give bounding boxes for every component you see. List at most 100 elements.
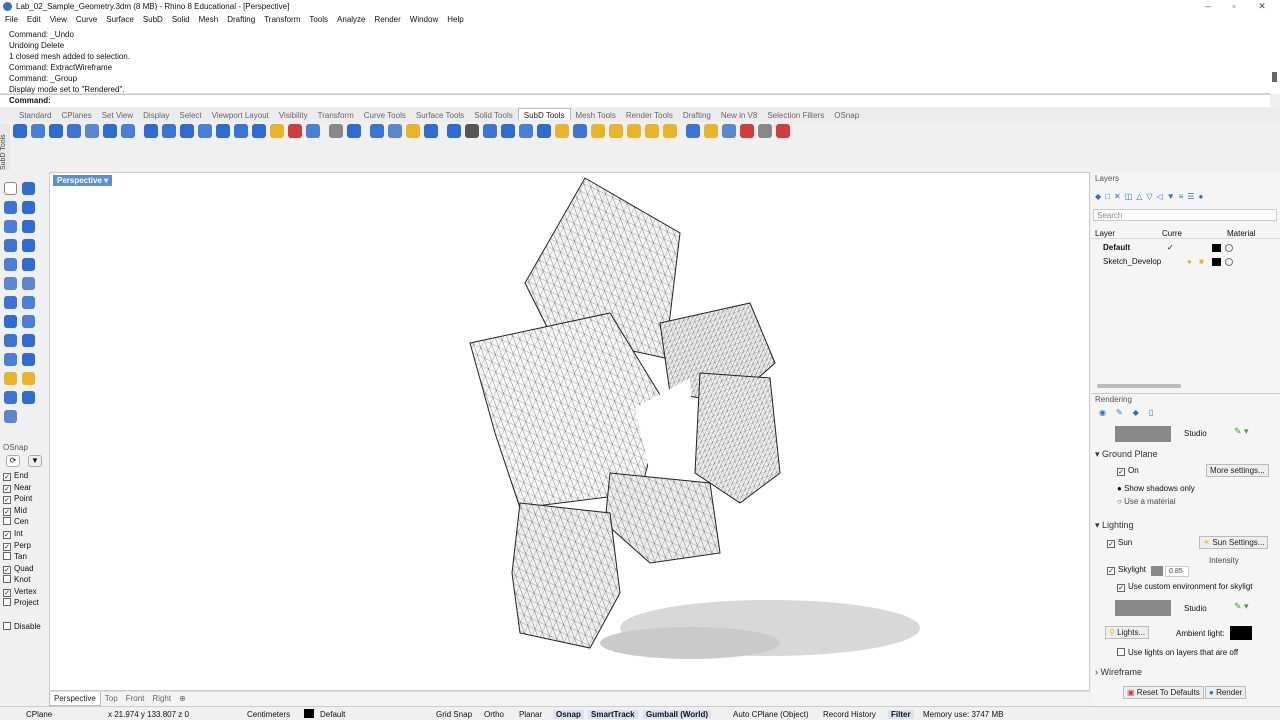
tab-solid-tools[interactable]: Solid Tools <box>469 109 518 120</box>
wireframe-section[interactable]: › Wireframe <box>1095 667 1142 677</box>
menu-transform[interactable]: Transform <box>259 14 304 24</box>
select-arrow-icon[interactable] <box>4 182 17 195</box>
lightbulb-icon[interactable]: ● <box>1187 257 1192 266</box>
menu-surface[interactable]: Surface <box>101 14 138 24</box>
menu-drafting[interactable]: Drafting <box>222 14 259 24</box>
paraboloid-icon[interactable] <box>22 239 35 252</box>
subd-palette-icon[interactable] <box>270 124 284 138</box>
subd-crease-icon[interactable] <box>519 124 533 138</box>
osnap-end[interactable]: ✓ End <box>3 470 28 481</box>
osnap-quad[interactable]: ✓ Quad <box>3 563 34 574</box>
perspective-viewport[interactable]: Perspective ▾ <box>49 172 1090 691</box>
material-icon[interactable] <box>1225 244 1233 252</box>
subd-cylinder-icon[interactable] <box>31 124 45 138</box>
environment-thumbnail[interactable] <box>1115 426 1171 442</box>
subd-box-icon[interactable] <box>13 124 27 138</box>
curve-icon[interactable] <box>22 277 35 290</box>
arc-icon[interactable] <box>4 277 17 290</box>
menu-analyze[interactable]: Analyze <box>332 14 369 24</box>
use-material-radio[interactable]: ○ Use a material <box>1117 497 1176 506</box>
menu-view[interactable]: View <box>45 14 71 24</box>
osnap-disable[interactable]: Disable <box>3 621 41 632</box>
menu-subd[interactable]: SubD <box>138 14 167 24</box>
torus-icon[interactable] <box>22 258 35 271</box>
menu-tools[interactable]: Tools <box>304 14 332 24</box>
subd-display-icon[interactable] <box>686 124 700 138</box>
smarttrack-toggle[interactable]: SmartTrack <box>588 710 638 719</box>
tab-visibility[interactable]: Visibility <box>274 109 313 120</box>
tab-osnap[interactable]: OSnap <box>829 109 864 120</box>
cplane-label[interactable]: CPlane <box>26 710 52 719</box>
cylinder-stack-icon[interactable] <box>4 391 17 404</box>
layers-search-input[interactable]: Search <box>1093 209 1277 221</box>
sun-checkbox[interactable]: ✓ Sun <box>1107 538 1132 548</box>
subd-torus-icon[interactable] <box>85 124 99 138</box>
subd-ball-icon[interactable] <box>162 124 176 138</box>
tab-curve-tools[interactable]: Curve Tools <box>359 109 411 120</box>
subd-edit-icon[interactable] <box>306 124 320 138</box>
gumball-toggle[interactable]: Gumball (World) <box>643 710 712 719</box>
menu-file[interactable]: File <box>0 14 22 24</box>
subd-pipe-icon[interactable] <box>180 124 194 138</box>
planar-toggle[interactable]: Planar <box>519 710 542 719</box>
solid-icon[interactable] <box>22 201 35 214</box>
subd-refresh-icon[interactable] <box>722 124 736 138</box>
units-label[interactable]: Centimeters <box>247 710 290 719</box>
layers-stack-icon[interactable] <box>4 334 17 347</box>
osnap-point[interactable]: ✓ Point <box>3 493 32 504</box>
point-icon[interactable] <box>22 182 35 195</box>
vp-tab-top[interactable]: Top <box>101 692 122 705</box>
subd-slide-icon[interactable] <box>537 124 551 138</box>
tab-mesh-tools[interactable]: Mesh Tools <box>571 109 621 120</box>
osnap-perp[interactable]: ✓ Perp <box>3 540 31 551</box>
sphere-icon[interactable] <box>4 220 17 233</box>
subd-brush-icon[interactable] <box>627 124 641 138</box>
lighting-section[interactable]: ▾ Lighting <box>1095 520 1134 531</box>
layer-row-sketch[interactable]: Sketch_Develop ● ■ <box>1091 256 1280 268</box>
analyze-curve-icon[interactable] <box>4 410 17 423</box>
osnap-near[interactable]: ✓ Near <box>3 482 31 493</box>
menu-window[interactable]: Window <box>405 14 442 24</box>
auto-cplane-toggle[interactable]: Auto CPlane (Object) <box>733 710 809 719</box>
subd-color-icon[interactable] <box>288 124 302 138</box>
menu-curve[interactable]: Curve <box>71 14 101 24</box>
use-lights-on-layers-checkbox[interactable]: Use lights on layers that are off <box>1117 648 1238 657</box>
subd-weld-icon[interactable] <box>501 124 515 138</box>
subd-sphere-gold-icon[interactable] <box>663 124 677 138</box>
subd-list-icon[interactable] <box>645 124 659 138</box>
rendering-toolbar-icons[interactable]: ◉✎◆▯ <box>1099 408 1179 418</box>
subd-primitive-icon[interactable] <box>144 124 158 138</box>
osnap-mid[interactable]: ✓ Mid <box>3 505 27 516</box>
tab-set-view[interactable]: Set View <box>97 109 138 120</box>
subd-grid-icon[interactable] <box>198 124 212 138</box>
layers-hscroll[interactable] <box>1097 384 1181 388</box>
blend-icon[interactable] <box>22 296 35 309</box>
tab-surface-tools[interactable]: Surface Tools <box>411 109 469 120</box>
ortho-toggle[interactable]: Ortho <box>484 710 504 719</box>
subd-cone-icon[interactable] <box>49 124 63 138</box>
tab-drafting[interactable]: Drafting <box>678 109 716 120</box>
layer-row-default[interactable]: Default ✓ <box>1091 242 1280 254</box>
tab-transform[interactable]: Transform <box>313 109 359 120</box>
cylinder-icon[interactable] <box>4 258 17 271</box>
vp-tab-right[interactable]: Right <box>148 692 175 705</box>
menu-mesh[interactable]: Mesh <box>194 14 223 24</box>
osnap-vertex[interactable]: ✓ Vertex <box>3 586 37 597</box>
subd-shade-icon[interactable] <box>704 124 718 138</box>
tab-subd-tools[interactable]: SubD Tools <box>517 108 571 120</box>
filter-toggle[interactable]: Filter <box>888 710 914 719</box>
skylight-checkbox[interactable]: ✓ Skylight <box>1107 565 1146 575</box>
tab-standard[interactable]: Standard <box>14 109 56 120</box>
tab-viewport-layout[interactable]: Viewport Layout <box>207 109 274 120</box>
subd-smooth-icon[interactable] <box>591 124 605 138</box>
menu-render[interactable]: Render <box>370 14 405 24</box>
surface-icon[interactable] <box>22 315 35 328</box>
subd-tools-icon[interactable] <box>465 124 479 138</box>
use-custom-env-checkbox[interactable]: ✓ Use custom environment for skyligt <box>1117 582 1253 592</box>
cone-icon[interactable] <box>4 239 17 252</box>
history-scrollbar[interactable] <box>1270 28 1280 94</box>
edit-environment-icon[interactable]: ✎ ▾ <box>1234 426 1249 437</box>
subd-quad-icon[interactable] <box>252 124 266 138</box>
scale-icon[interactable] <box>22 372 35 385</box>
skylight-intensity-field[interactable]: 0.85 <box>1165 566 1189 577</box>
